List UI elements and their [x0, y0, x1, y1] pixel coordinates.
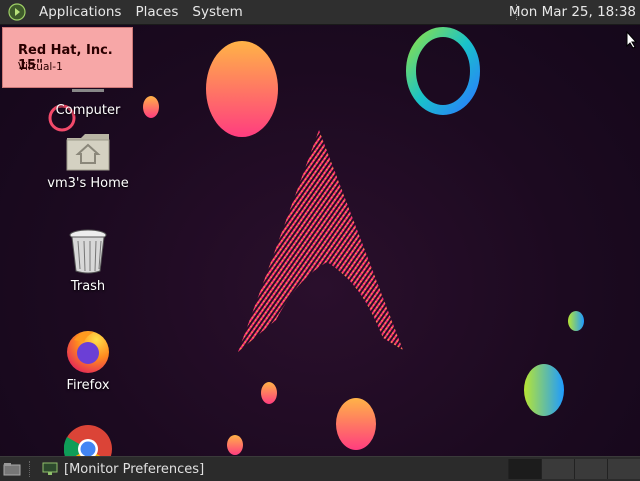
- orange-dot-mid: [261, 382, 277, 404]
- desktop-icon-trash[interactable]: Trash: [43, 229, 133, 294]
- orange-dot-bottom: [227, 435, 243, 455]
- desktop-icon-label: Computer: [55, 103, 121, 118]
- workspace-3[interactable]: [574, 459, 607, 479]
- desktop-icon-firefox[interactable]: Firefox: [43, 326, 133, 393]
- workspace-switcher: [508, 459, 640, 479]
- places-menu[interactable]: Places: [128, 0, 185, 24]
- trash-icon: [69, 229, 107, 274]
- workspace-2[interactable]: [541, 459, 574, 479]
- taskbar-item-label: [Monitor Preferences]: [64, 461, 205, 477]
- home-folder-icon: [66, 134, 110, 171]
- monitor-connector: Virtual-1: [18, 61, 63, 73]
- applications-menu[interactable]: Applications: [32, 0, 128, 24]
- panel-separator: [29, 461, 32, 477]
- orange-blob: [206, 41, 278, 137]
- mouse-cursor-icon: [626, 31, 638, 49]
- top-panel: Applications Places System Mon Mar 25, 1…: [0, 0, 640, 25]
- color-ring: [406, 27, 480, 115]
- show-desktop-icon[interactable]: [3, 462, 21, 476]
- desktop-icon-label: Firefox: [66, 378, 110, 393]
- monitor-icon: [42, 462, 58, 475]
- chrome-icon: [63, 425, 112, 456]
- desktop-icon-home[interactable]: vm3's Home: [43, 132, 133, 191]
- orange-blob-bottom: [336, 398, 376, 450]
- desktop-icon-label: vm3's Home: [47, 176, 129, 191]
- taskbar-item-monitor-preferences[interactable]: [Monitor Preferences]: [38, 459, 208, 479]
- arch-logo: [238, 130, 403, 352]
- firefox-icon: [67, 331, 109, 373]
- workspace-1[interactable]: [508, 459, 541, 479]
- distro-logo-icon[interactable]: [8, 3, 26, 21]
- desktop-icon-chrome[interactable]: [43, 425, 133, 456]
- small-green-dot: [568, 311, 584, 331]
- small-orange-dot: [143, 96, 159, 118]
- workspace-4[interactable]: [607, 459, 640, 479]
- monitor-label-popup: Red Hat, Inc. 15" Virtual-1: [2, 27, 133, 88]
- desktop-icon-computer[interactable]: Computer: [43, 88, 133, 118]
- desktop-icon-label: Trash: [70, 279, 106, 294]
- system-menu[interactable]: System: [185, 0, 249, 24]
- bottom-panel: [Monitor Preferences]: [0, 456, 640, 481]
- clock[interactable]: Mon Mar 25, 18:38: [509, 0, 636, 24]
- green-blob: [524, 364, 564, 416]
- computer-icon: [72, 89, 104, 92]
